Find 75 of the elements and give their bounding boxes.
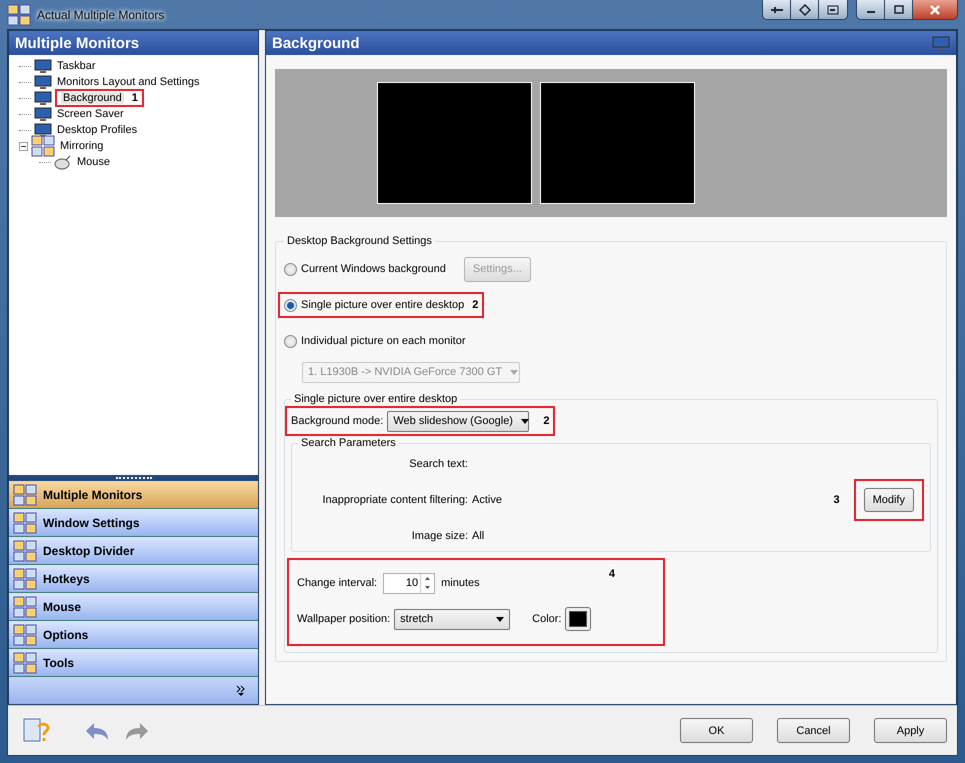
- tree-item[interactable]: Taskbar: [55, 60, 98, 72]
- monitor-icon: [34, 122, 52, 138]
- tree-item[interactable]: Monitors Layout and Settings: [55, 76, 202, 88]
- pin-icon: [770, 6, 784, 14]
- field-label: Change interval:: [297, 577, 378, 589]
- send-button[interactable]: [819, 0, 847, 19]
- field-label: Wallpaper position:: [297, 613, 390, 625]
- close-icon: [929, 4, 941, 14]
- mode-dropdown[interactable]: Web slideshow (Google): [387, 410, 530, 432]
- collapse-icon[interactable]: [19, 142, 28, 150]
- pin-button[interactable]: [763, 0, 791, 19]
- monitor-icon: [34, 106, 52, 122]
- group-title: Desktop Background Settings: [286, 235, 433, 247]
- window-title: Actual Multiple Monitors: [37, 8, 166, 22]
- windows-grid-icon: [31, 135, 55, 157]
- radio-button[interactable]: [284, 298, 297, 312]
- callout-number: 2: [543, 415, 550, 427]
- group-title: Single picture over entire desktop: [293, 393, 458, 405]
- caret-icon: [520, 418, 529, 424]
- interval-spinbox[interactable]: 10: [383, 572, 436, 594]
- caret-icon: [510, 370, 518, 374]
- nav-item[interactable]: Hotkeys: [9, 565, 258, 593]
- nav-item[interactable]: Desktop Divider: [9, 537, 258, 565]
- unit-label: minutes: [441, 577, 480, 589]
- tree-item[interactable]: Mouse: [75, 156, 112, 168]
- monitor-icon: [932, 36, 950, 50]
- tree-item[interactable]: Mirroring: [58, 140, 106, 152]
- caret-icon: [496, 616, 504, 622]
- callout-number: 3: [833, 494, 840, 506]
- nav-item[interactable]: Window Settings: [9, 509, 258, 537]
- radio-label: Current Windows background: [301, 263, 446, 275]
- field-label: Search text:: [408, 458, 468, 470]
- close-button[interactable]: [913, 0, 957, 19]
- position-dropdown[interactable]: stretch: [394, 608, 510, 630]
- maximize-icon: [894, 5, 904, 14]
- help-icon[interactable]: [22, 716, 52, 744]
- field-value: All: [472, 530, 486, 542]
- splitter-handle[interactable]: [9, 475, 258, 481]
- minimize-button[interactable]: [857, 0, 885, 19]
- chevron-icon[interactable]: [236, 684, 246, 696]
- panel-title: Multiple Monitors: [15, 34, 140, 52]
- color-button[interactable]: [565, 607, 592, 631]
- field-value: Active: [472, 494, 503, 506]
- radio-label: Single picture over entire desktop: [301, 299, 464, 311]
- field-label: Inappropriate content filtering:: [321, 494, 468, 506]
- callout-number: 2: [472, 299, 478, 311]
- radio-button[interactable]: [284, 334, 297, 348]
- tree-item[interactable]: Screen Saver: [55, 108, 126, 120]
- field-label: Background mode:: [291, 415, 384, 427]
- dialog-button[interactable]: OK: [680, 718, 753, 743]
- move-button[interactable]: [791, 0, 819, 19]
- dialog-button[interactable]: Apply: [874, 718, 947, 743]
- callout-number: 1: [132, 92, 138, 104]
- radio-label: Individual picture on each monitor: [301, 335, 466, 347]
- tree-item[interactable]: Desktop Profiles: [55, 124, 140, 136]
- tree-item[interactable]: Background: [61, 92, 124, 104]
- nav-item[interactable]: Multiple Monitors: [9, 481, 258, 509]
- dialog-button[interactable]: Cancel: [777, 718, 850, 743]
- panel-title: Background: [272, 34, 360, 52]
- monitor-icon: [34, 90, 52, 106]
- maximize-button[interactable]: [885, 0, 913, 19]
- field-label: Image size:: [410, 530, 468, 542]
- callout-number: 4: [608, 568, 615, 580]
- modify-button[interactable]: Modify: [864, 488, 914, 512]
- diamond-icon: [798, 4, 810, 16]
- nav-item[interactable]: Tools: [9, 649, 258, 677]
- monitor-icon: [34, 58, 52, 74]
- nav-item[interactable]: Mouse: [9, 593, 258, 621]
- app-icon: [7, 4, 31, 26]
- field-label: Color:: [532, 613, 562, 625]
- radio-button[interactable]: [284, 262, 297, 276]
- monitor-icon: [34, 74, 52, 90]
- group-title: Search Parameters: [300, 437, 397, 449]
- nav-item[interactable]: Options: [9, 621, 258, 649]
- windows-grid-icon: [13, 484, 37, 506]
